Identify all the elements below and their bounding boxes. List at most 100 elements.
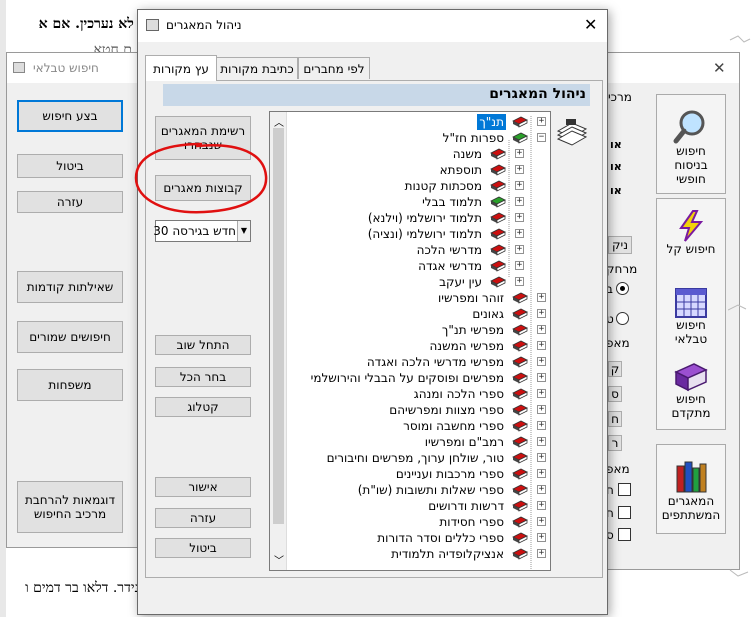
tree-item[interactable]: + תלמוד בבלי [288,194,550,210]
tree-item[interactable]: + מפרשי המשנה [288,338,550,354]
tree-expander[interactable]: + [515,213,524,222]
tree-expander[interactable]: + [537,117,546,126]
tree-item[interactable]: + ספרי מחשבה ומוסר [288,418,550,434]
tab-by-authors[interactable]: לפי מחברים [298,57,370,79]
tree-expander[interactable]: + [537,325,546,334]
book-icon[interactable] [490,276,506,288]
close-icon[interactable]: ✕ [713,59,726,77]
book-icon[interactable] [512,548,528,560]
tree-expander[interactable]: + [515,245,524,254]
book-icon[interactable] [490,196,506,208]
scroll-up-icon[interactable]: ︿ [274,114,284,129]
book-icon[interactable] [512,468,528,480]
book-icon[interactable] [512,292,528,304]
execute-search-button[interactable]: בצע חיפוש [17,100,123,132]
tree-item[interactable]: + ספרי מרכבות ועניינים [288,466,550,482]
tree-item[interactable]: + גאונים [288,306,550,322]
tree-expander[interactable]: + [515,277,524,286]
book-icon[interactable] [490,260,506,272]
tree-item[interactable]: + ספרי הלכה ומנהג [288,386,550,402]
tree-item[interactable]: + ספרי כללים וסדר הדורות [288,530,550,546]
tree-item[interactable]: + עין יעקב [288,274,550,290]
families-button[interactable]: משפחות [17,369,123,401]
tree-expander[interactable]: − [537,133,546,142]
saved-searches-button[interactable]: חיפושים שמורים [17,321,123,353]
previous-queries-button[interactable]: שאילתות קודמות [17,271,123,303]
tree-item[interactable]: + תנ"ך [288,114,550,130]
tree-item[interactable]: + ספרי שאלות ותשובות (שו"ת) [288,482,550,498]
tree-item[interactable]: + ספרי חסידות [288,514,550,530]
book-icon[interactable] [512,388,528,400]
book-icon[interactable] [512,436,528,448]
option-button-2[interactable]: ס [608,386,622,402]
tree-expander[interactable]: + [537,405,546,414]
tabular-search-button[interactable]: חיפוש טבלאי [660,288,722,346]
tree-item[interactable]: + דרשות ודרושים [288,498,550,514]
book-icon[interactable] [512,484,528,496]
book-icon[interactable] [490,180,506,192]
distance-radio-1[interactable] [616,282,629,295]
clean-button[interactable]: ניק [608,236,632,254]
book-icon[interactable] [512,116,528,128]
easy-search-button[interactable]: חיפוש קל [660,210,722,256]
tree-expander[interactable]: + [537,293,546,302]
tree-item[interactable]: + מדרשי אגדה [288,258,550,274]
tree-item[interactable]: + רמב"ם ומפרשיו [288,434,550,450]
tree-item[interactable]: + תוספתא [288,162,550,178]
cancel-button[interactable]: ביטול [17,154,123,178]
tree-expander[interactable]: + [537,437,546,446]
book-icon[interactable] [512,356,528,368]
tree-item[interactable]: + משנה [288,146,550,162]
tree-item[interactable]: + תלמוד ירושלמי (וילנא) [288,210,550,226]
attribute-checkbox-1[interactable] [618,483,631,496]
tree-scrollbar[interactable]: ︿ ﹀ [270,112,287,570]
book-icon[interactable] [490,164,506,176]
tree-expander[interactable]: + [537,517,546,526]
tree-expander[interactable]: + [515,229,524,238]
tree-expander[interactable]: + [537,373,546,382]
ok-button[interactable]: אישור [155,477,251,497]
chevron-down-icon[interactable]: ▼ [237,221,250,241]
help-button[interactable]: עזרה [17,191,123,213]
book-icon[interactable] [512,340,528,352]
tree-expander[interactable]: + [515,197,524,206]
tree-expander[interactable]: + [537,501,546,510]
option-button-3[interactable]: ח [608,411,622,427]
tree-item[interactable]: + ספרי מצוות ומפרשיהם [288,402,550,418]
tab-source-tree[interactable]: עץ מקורות [145,55,217,81]
book-icon[interactable] [512,420,528,432]
tree-item[interactable]: + מפרשים ופוסקים על הבבלי והירושלמי [288,370,550,386]
advanced-search-button[interactable]: חיפוש מתקדם [660,362,722,420]
help-button[interactable]: עזרה [155,508,251,528]
book-icon[interactable] [512,324,528,336]
tree-expander[interactable]: + [537,421,546,430]
tree-item[interactable]: + מסכתות קטנות [288,178,550,194]
book-icon[interactable] [512,308,528,320]
cancel-button[interactable]: ביטול [155,538,251,558]
scroll-thumb[interactable] [273,128,284,524]
distance-radio-2[interactable] [616,312,629,325]
attribute-checkbox-2[interactable] [618,506,631,519]
tree-expander[interactable]: + [537,389,546,398]
catalog-button[interactable]: קטלוג [155,397,251,417]
tree-expander[interactable]: + [515,181,524,190]
book-icon[interactable] [512,404,528,416]
participating-databases-button[interactable]: המאגרים המשתתפים [660,460,722,522]
tree-expander[interactable]: + [515,149,524,158]
tree-item[interactable]: − ספרות חז"ל [288,130,550,146]
book-icon[interactable] [512,516,528,528]
expansion-examples-button[interactable]: דוגמאות להרחבת מרכיב החיפוש [17,481,123,533]
book-icon[interactable] [490,244,506,256]
tree-expander[interactable]: + [537,453,546,462]
tree-item[interactable]: + תלמוד ירושלמי (ונציה) [288,226,550,242]
tree-expander[interactable]: + [537,309,546,318]
option-button-1[interactable]: ק [608,361,622,377]
book-icon[interactable] [512,132,528,144]
book-icon[interactable] [490,212,506,224]
tree-item[interactable]: + זוהר ומפרשיו [288,290,550,306]
scroll-down-icon[interactable]: ﹀ [274,552,284,567]
tree-expander[interactable]: + [537,357,546,366]
source-tree[interactable]: ︿ ﹀ + תנ"ך − ספרות חז"ל + משנה + תוספתא + מסכתות … [269,111,551,571]
tree-expander[interactable]: + [515,165,524,174]
option-button-4[interactable]: ר [608,435,622,451]
